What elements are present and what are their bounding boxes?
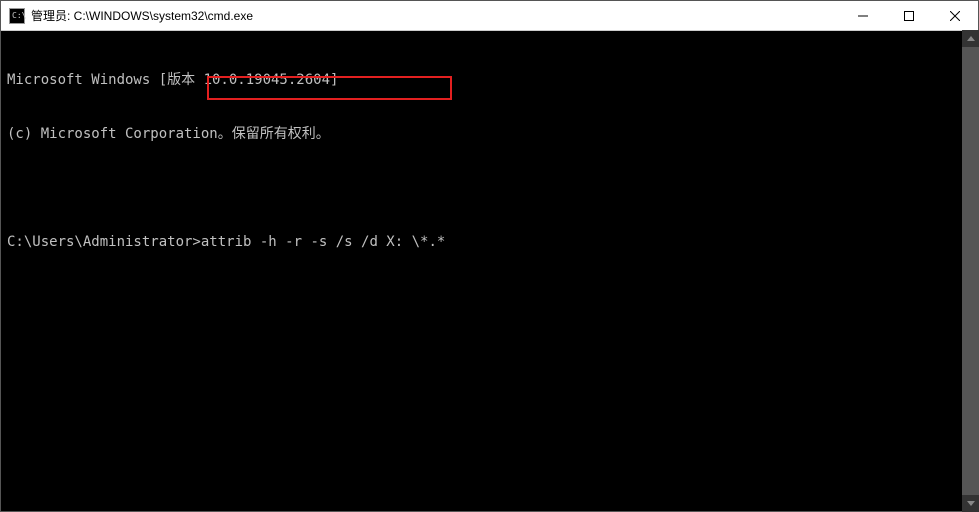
command-text: attrib -h -r -s /s /d X: \*.*: [201, 234, 445, 250]
scroll-down-button[interactable]: [962, 495, 979, 512]
prompt-text: C:\Users\Administrator>: [7, 234, 201, 250]
maximize-icon: [904, 11, 914, 21]
window-title: 管理员: C:\WINDOWS\system32\cmd.exe: [31, 7, 253, 24]
copyright-line: (c) Microsoft Corporation。保留所有权利。: [7, 125, 972, 143]
maximize-button[interactable]: [886, 1, 932, 30]
minimize-button[interactable]: [840, 1, 886, 30]
titlebar-left: C:\ 管理员: C:\WINDOWS\system32\cmd.exe: [1, 7, 253, 24]
cmd-icon-text: C:\: [12, 12, 26, 20]
blank-line: [7, 179, 972, 197]
close-button[interactable]: [932, 1, 978, 30]
cmd-window: C:\ 管理员: C:\WINDOWS\system32\cmd.exe Mic…: [0, 0, 979, 512]
cmd-icon: C:\: [9, 8, 25, 24]
vertical-scrollbar[interactable]: [962, 30, 979, 512]
window-controls: [840, 1, 978, 30]
scroll-track[interactable]: [962, 47, 979, 495]
titlebar: C:\ 管理员: C:\WINDOWS\system32\cmd.exe: [1, 1, 978, 31]
prompt-line: C:\Users\Administrator>attrib -h -r -s /…: [7, 233, 972, 251]
scroll-thumb[interactable]: [962, 47, 979, 495]
version-line: Microsoft Windows [版本 10.0.19045.2604]: [7, 71, 972, 89]
terminal-area[interactable]: Microsoft Windows [版本 10.0.19045.2604] (…: [1, 31, 978, 511]
close-icon: [950, 11, 960, 21]
minimize-icon: [858, 11, 868, 21]
scroll-up-button[interactable]: [962, 30, 979, 47]
